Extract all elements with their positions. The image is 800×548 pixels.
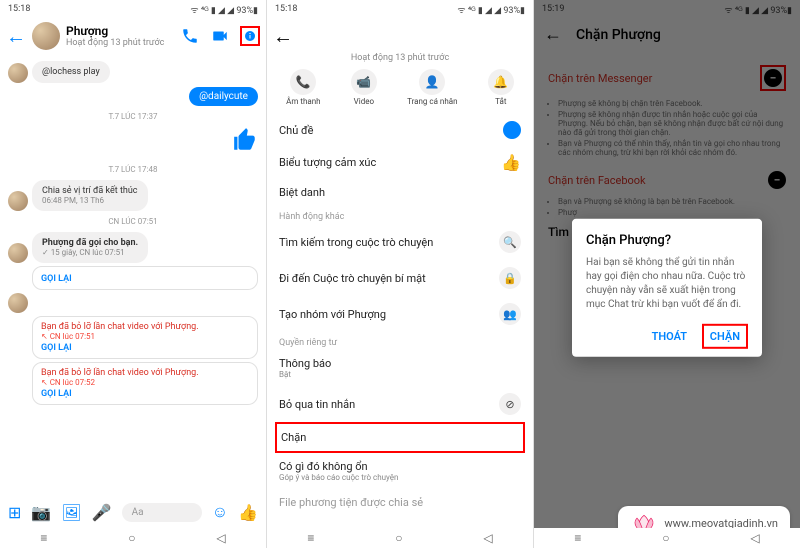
incoming-call-msg: Phượng đã gọi cho bạn.✓ 15 giây, CN lúc … <box>32 232 148 263</box>
android-navbar: ≡ ○ ◁ <box>0 528 266 548</box>
back-button[interactable]: ◁ <box>483 531 492 545</box>
contact-name[interactable]: Phượng <box>66 24 174 38</box>
status-bar: 15:18 ᯤ ⁴ᴳ ▮ ◢ ◢ 93%▮ <box>0 0 266 18</box>
back-button[interactable]: ◁ <box>750 531 759 545</box>
group-icon: 👥 <box>499 303 521 325</box>
search-icon: 🔍 <box>499 231 521 253</box>
thumbs-up-icon: 👍 <box>501 153 521 172</box>
nickname-row[interactable]: Biệt danh <box>279 179 521 206</box>
emoji-row[interactable]: Biểu tượng cảm xúc👍 <box>279 146 521 179</box>
android-navbar: ≡ ○ ◁ <box>534 528 800 548</box>
timestamp: T.7 LÚC 17:37 <box>8 112 258 121</box>
section-header: Hành động khác <box>279 206 521 224</box>
search-row[interactable]: Tìm kiếm trong cuộc trò chuyện🔍 <box>279 224 521 260</box>
notifications-row[interactable]: Thông báoBật <box>279 350 521 386</box>
home-button[interactable]: ○ <box>395 531 402 545</box>
timestamp: T.7 LÚC 17:48 <box>8 165 258 174</box>
video-call-button[interactable]: 📹Video <box>351 69 377 106</box>
info-icon[interactable] <box>240 26 260 46</box>
missed-call-card[interactable]: Bạn đã bỏ lỡ lần chat video với Phượng.↖… <box>32 362 258 405</box>
like-button[interactable]: 👍 <box>238 503 258 522</box>
video-icon[interactable] <box>210 26 230 46</box>
back-icon[interactable]: ← <box>273 24 293 49</box>
report-row[interactable]: Có gì đó không ổnGóp ý và báo cáo cuộc t… <box>279 453 521 489</box>
message-input-bar: ⊞ 📷 🖼 🎤 Aa ☺ 👍 <box>0 498 266 526</box>
emoji-icon[interactable]: ☺ <box>212 502 228 522</box>
ignore-icon: ⊘ <box>499 393 521 415</box>
back-icon[interactable]: ← <box>6 24 26 49</box>
location-share-msg[interactable]: Chia sẻ vị trí đã kết thúc06:48 PM, 13 T… <box>32 180 148 211</box>
timestamp: CN LÚC 07:51 <box>8 217 258 226</box>
activity-status: Hoạt động 13 phút trước <box>267 53 533 63</box>
theme-row[interactable]: Chủ đề <box>279 114 521 146</box>
gallery-icon[interactable]: 🖼 <box>61 503 81 522</box>
android-navbar: ≡ ○ ◁ <box>267 528 533 548</box>
back-button[interactable]: ◁ <box>216 531 225 545</box>
chat-header: ← Phượng Hoạt động 13 phút trước <box>0 18 266 54</box>
create-group-row[interactable]: Tạo nhóm với Phượng👥 <box>279 296 521 332</box>
lock-icon: 🔒 <box>499 267 521 289</box>
missed-call-card[interactable]: Bạn đã bỏ lỡ lần chat video với Phượng.↖… <box>32 316 258 359</box>
ignore-row[interactable]: Bỏ qua tin nhắn⊘ <box>279 386 521 422</box>
recents-button[interactable]: ≡ <box>574 531 581 545</box>
message-in[interactable]: @lochess play <box>32 61 110 83</box>
apps-icon[interactable]: ⊞ <box>8 503 21 522</box>
camera-icon[interactable]: 📷 <box>31 503 51 522</box>
avatar[interactable] <box>32 22 60 50</box>
status-bar: 15:18 ᯤ ⁴ᴳ ▮ ◢ ◢ 93%▮ <box>267 0 533 18</box>
shared-files-row[interactable]: File phương tiện được chia sẻ <box>279 489 521 516</box>
message-out[interactable]: @dailycute <box>189 87 258 106</box>
confirm-dialog: Chặn Phượng? Hai bạn sẽ không thể gửi ti… <box>572 219 762 357</box>
confirm-block-button[interactable]: CHẶN <box>702 324 748 349</box>
mute-button[interactable]: 🔔Tắt <box>488 69 514 106</box>
secret-chat-row[interactable]: Đi đến Cuộc trò chuyện bí mật🔒 <box>279 260 521 296</box>
block-row[interactable]: Chặn <box>275 422 525 453</box>
theme-color-icon <box>503 121 521 139</box>
profile-button[interactable]: 👤Trang cá nhân <box>407 69 457 106</box>
dialog-body: Hai bạn sẽ không thể gửi tin nhắn hay gọ… <box>586 256 748 312</box>
cancel-button[interactable]: THOÁT <box>646 326 693 347</box>
like-sticker <box>8 127 258 159</box>
section-header: Quyền riêng tư <box>279 332 521 350</box>
message-input[interactable]: Aa <box>122 503 202 522</box>
home-button[interactable]: ○ <box>662 531 669 545</box>
recents-button[interactable]: ≡ <box>307 531 314 545</box>
home-button[interactable]: ○ <box>128 531 135 545</box>
settings-header: ← <box>267 18 533 55</box>
dialog-title: Chặn Phượng? <box>586 233 748 248</box>
quick-actions: 📞Âm thanh 📹Video 👤Trang cá nhân 🔔Tắt <box>267 63 533 114</box>
mic-icon[interactable]: 🎤 <box>92 503 112 522</box>
audio-call-button[interactable]: 📞Âm thanh <box>286 69 320 106</box>
call-icon[interactable] <box>180 26 200 46</box>
recents-button[interactable]: ≡ <box>40 531 47 545</box>
call-back-card[interactable]: GỌI LẠI <box>32 266 258 290</box>
activity-status: Hoạt động 13 phút trước <box>66 38 174 48</box>
